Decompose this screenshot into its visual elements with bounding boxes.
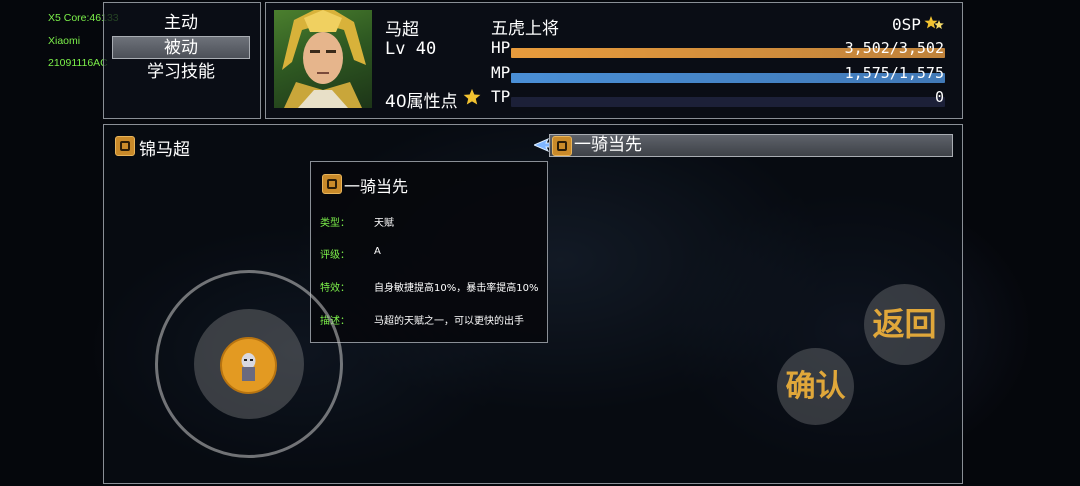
- menu-item-learn-skill[interactable]: 学习技能: [112, 61, 250, 84]
- menu-item-active[interactable]: 主动: [112, 12, 250, 35]
- tooltip-value-rank: A: [374, 246, 381, 257]
- menu-item-passive[interactable]: 被动: [112, 36, 250, 59]
- stat-label-mp: MP: [491, 63, 511, 82]
- tooltip-key-rank: 评级：: [320, 250, 350, 261]
- debug-model-text: 21091116AC: [48, 57, 108, 69]
- tooltip-value-effect: 自身敏捷提高10%，暴击率提高10%: [374, 283, 539, 294]
- debug-device-text: Xiaomi: [48, 35, 81, 47]
- stat-value-tp: 0: [934, 88, 944, 106]
- character-name: 马超: [385, 20, 419, 40]
- stat-bar-track-tp: [511, 97, 945, 107]
- joystick-knob-icon[interactable]: [220, 337, 277, 394]
- skill-scroll-icon: [322, 174, 342, 194]
- skill-type-menu: 主动 被动 学习技能: [103, 2, 261, 119]
- sp-stars-icon: [924, 16, 944, 29]
- tooltip-key-type: 类型：: [320, 218, 350, 229]
- tooltip-value-description: 马超的天赋之一，可以更快的出手: [374, 316, 524, 327]
- skill-tooltip: 一骑当先 类型： 天赋 评级： A 特效： 自身敏捷提高10%，暴击率提高10%…: [310, 161, 548, 343]
- tooltip-title: 一骑当先: [344, 177, 409, 196]
- selected-skill-name: 一骑当先: [574, 135, 642, 155]
- skill-scroll-icon: [552, 136, 572, 156]
- back-button[interactable]: 返回: [864, 284, 945, 365]
- character-portrait: [274, 10, 372, 108]
- tooltip-key-effect: 特效：: [320, 283, 350, 294]
- skill-category-label: 锦马超: [139, 140, 190, 160]
- stat-label-hp: HP: [491, 38, 511, 57]
- star-icon: [463, 88, 481, 105]
- skill-points: 0SP: [892, 15, 921, 34]
- stat-value-hp: 3,502/3,502: [844, 39, 944, 57]
- attribute-points: 40属性点: [385, 92, 458, 112]
- character-status-panel: 马超 Lv 40 40属性点 五虎上将 0SP HP 3,502/3,502 MP 1…: [265, 2, 963, 119]
- character-level: Lv 40: [385, 39, 437, 59]
- confirm-button[interactable]: 确认: [777, 348, 854, 425]
- skill-scroll-icon: [115, 136, 135, 156]
- tooltip-value-type: 天赋: [374, 218, 394, 229]
- stat-value-mp: 1,575/1,575: [844, 64, 944, 82]
- character-title: 五虎上将: [491, 19, 559, 39]
- stat-label-tp: TP: [491, 87, 511, 106]
- selected-skill-row[interactable]: 一骑当先: [549, 134, 953, 157]
